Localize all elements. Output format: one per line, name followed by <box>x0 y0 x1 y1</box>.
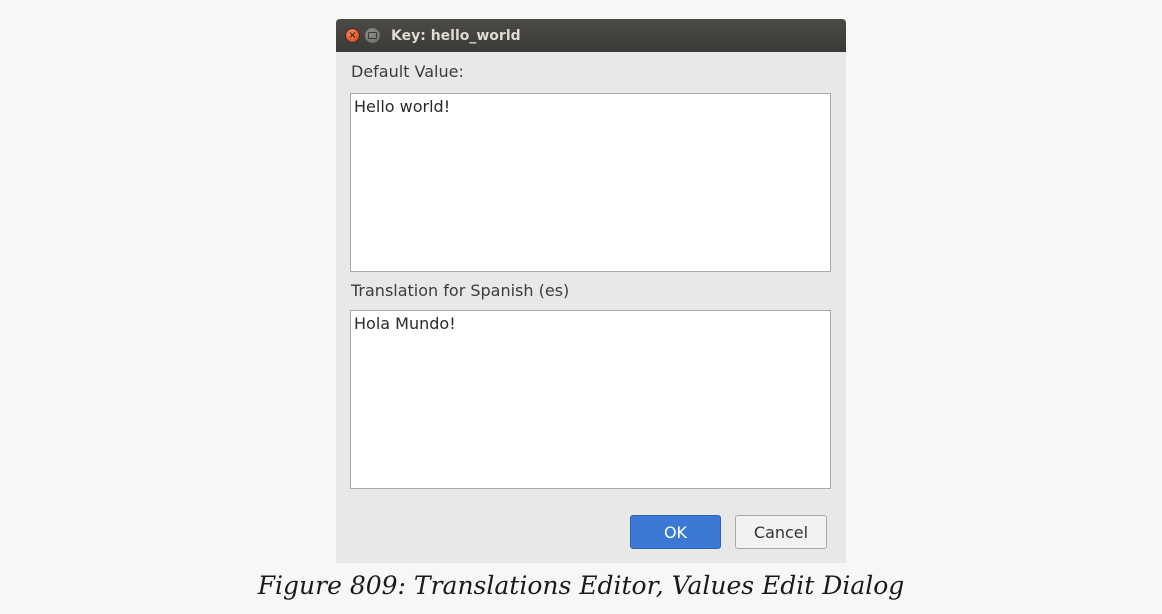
minimize-icon[interactable] <box>365 28 380 43</box>
title-bar[interactable]: × Key: hello_world <box>336 19 846 52</box>
default-value-label: Default Value: <box>351 62 464 81</box>
cancel-button[interactable]: Cancel <box>735 515 827 549</box>
key-edit-dialog: × Key: hello_world Default Value: Hello … <box>336 19 846 563</box>
ok-button[interactable]: OK <box>630 515 721 549</box>
translation-textarea[interactable]: Hola Mundo! <box>350 310 831 489</box>
dialog-title: Key: hello_world <box>391 27 521 44</box>
close-icon[interactable]: × <box>345 28 360 43</box>
translation-label: Translation for Spanish (es) <box>351 281 570 300</box>
figure-caption: Figure 809: Translations Editor, Values … <box>257 571 905 600</box>
default-value-textarea[interactable]: Hello world! <box>350 93 831 272</box>
